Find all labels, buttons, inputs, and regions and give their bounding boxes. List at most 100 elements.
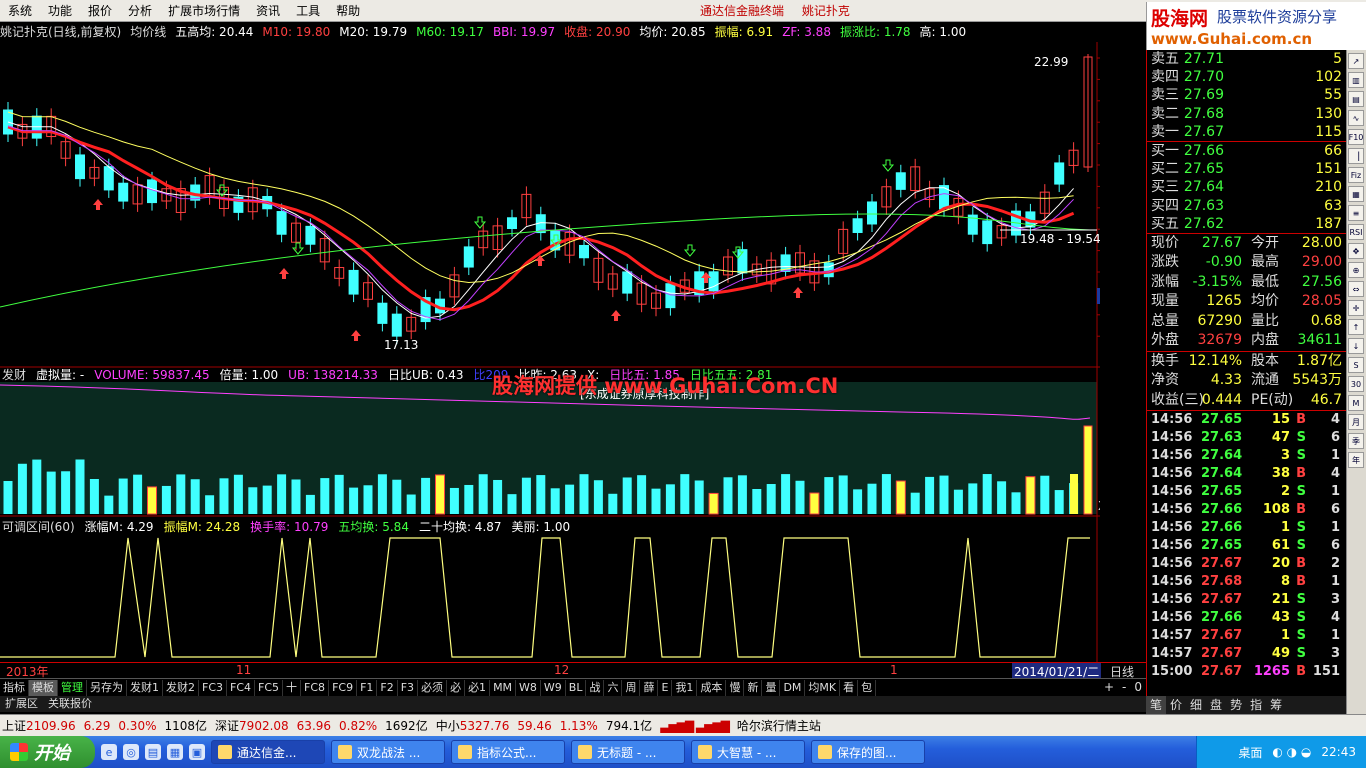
right-tab-3[interactable]: 盘 — [1206, 696, 1226, 714]
ask-row[interactable]: 卖一 27.67 115 — [1147, 123, 1346, 141]
right-tab-6[interactable]: 筹 — [1266, 696, 1286, 714]
tray-desktop-label[interactable]: 桌面 — [1238, 744, 1262, 761]
toolbar-tab-27[interactable]: 我1 — [672, 679, 698, 696]
toolbar-tab-35[interactable]: 包 — [858, 679, 877, 696]
lines-icon[interactable]: ≡ — [1348, 205, 1364, 221]
bid-row[interactable]: 买四 27.63 63 — [1147, 197, 1346, 215]
rsi-icon[interactable]: RSI — [1348, 224, 1364, 240]
menu-quote[interactable]: 报价 — [80, 0, 120, 22]
quicklaunch-folder-icon[interactable]: ▣ — [189, 744, 205, 760]
down-icon[interactable]: ↓ — [1348, 338, 1364, 354]
quicklaunch-desktop-icon[interactable]: ▤ — [145, 744, 161, 760]
toolbar-tab-13[interactable]: F2 — [377, 679, 398, 696]
taskbar-task-1[interactable]: 双龙战法 ... — [331, 740, 445, 764]
right-tab-5[interactable]: 指 — [1246, 696, 1266, 714]
toolbar-tab-5[interactable]: 发财2 — [163, 679, 199, 696]
toolbar-tab-6[interactable]: FC3 — [199, 679, 228, 696]
crosshair-icon[interactable]: ✛ — [1348, 300, 1364, 316]
menu-tools[interactable]: 工具 — [288, 0, 328, 22]
tick-row[interactable]: 14:56 27.64 3 S 1 — [1147, 447, 1346, 465]
tick-row[interactable]: 14:56 27.66 1 S 1 — [1147, 519, 1346, 537]
toolbar-tab-9[interactable]: 十 — [283, 679, 302, 696]
toolbar-tab-11[interactable]: FC9 — [329, 679, 358, 696]
toolbar-tab-32[interactable]: DM — [780, 679, 806, 696]
tab-ext-area[interactable]: 扩展区 — [0, 696, 43, 712]
menu-analysis[interactable]: 分析 — [120, 0, 160, 22]
bid-row[interactable]: 买一 27.66 66 — [1147, 142, 1346, 160]
toolbar-tab-19[interactable]: W8 — [516, 679, 541, 696]
zoom-icon[interactable]: ⊕ — [1348, 262, 1364, 278]
ma-icon[interactable]: ∿ — [1348, 110, 1364, 126]
toolbar-tab-8[interactable]: FC5 — [255, 679, 284, 696]
start-button[interactable]: 开始 — [0, 736, 95, 768]
tick-row[interactable]: 14:57 27.67 49 S 3 — [1147, 645, 1346, 663]
toolbar-tab-18[interactable]: MM — [490, 679, 517, 696]
tab-related-quote[interactable]: 关联报价 — [43, 696, 97, 712]
ask-row[interactable]: 卖二 27.68 130 — [1147, 105, 1346, 123]
toolbar-tab-1[interactable]: 模板 — [29, 679, 58, 696]
chart-area[interactable]: 4%2%0%-2%-4%-6%-8%-10%-12%-14%-16%-18%-2… — [0, 42, 1100, 662]
tick-row[interactable]: 14:56 27.66 108 B 6 — [1147, 501, 1346, 519]
tick-row[interactable]: 14:56 27.68 8 B 1 — [1147, 573, 1346, 591]
chart-icon[interactable]: ▤ — [1348, 91, 1364, 107]
season-icon[interactable]: 季 — [1348, 433, 1364, 449]
arrow-icon[interactable]: ↗ — [1348, 53, 1364, 69]
toolbar-tab-4[interactable]: 发财1 — [127, 679, 163, 696]
bid-row[interactable]: 买三 27.64 210 — [1147, 178, 1346, 196]
tick-row[interactable]: 14:57 27.67 1 S 1 — [1147, 627, 1346, 645]
tick-row[interactable]: 15:00 27.67 1265 B 151 — [1147, 663, 1346, 681]
toolbar-tab-26[interactable]: E — [658, 679, 673, 696]
toolbar-tab-22[interactable]: 战 — [586, 679, 605, 696]
tick-row[interactable]: 14:56 27.65 15 B 4 — [1147, 411, 1346, 429]
menu-system[interactable]: 系统 — [0, 0, 40, 22]
taskbar-task-0[interactable]: 通达信金... — [211, 740, 325, 764]
taskbar-task-3[interactable]: 无标题 - ... — [571, 740, 685, 764]
up-icon[interactable]: ↑ — [1348, 319, 1364, 335]
grid-icon[interactable]: ▦ — [1348, 186, 1364, 202]
taskbar-task-4[interactable]: 大智慧 - ... — [691, 740, 805, 764]
menu-ext-market[interactable]: 扩展市场行情 — [160, 0, 248, 22]
30-icon[interactable]: 30 — [1348, 376, 1364, 392]
tick-row[interactable]: 14:56 27.67 20 B 2 — [1147, 555, 1346, 573]
toolbar-tab-23[interactable]: 六 — [604, 679, 623, 696]
quicklaunch-doc-icon[interactable]: ▦ — [167, 744, 183, 760]
ask-row[interactable]: 卖三 27.69 55 — [1147, 86, 1346, 104]
toolbar-tab-29[interactable]: 慢 — [726, 679, 745, 696]
right-tab-4[interactable]: 势 — [1226, 696, 1246, 714]
zoom-in-button[interactable]: + — [1104, 678, 1114, 696]
toolbar-tab-24[interactable]: 周 — [622, 679, 641, 696]
toolbar-tab-21[interactable]: BL — [566, 679, 587, 696]
toolbar-tab-3[interactable]: 另存为 — [87, 679, 127, 696]
toolbar-tab-7[interactable]: FC4 — [227, 679, 256, 696]
taskbar-task-5[interactable]: 保存的图... — [811, 740, 925, 764]
ask-row[interactable]: 卖五 27.71 5 — [1147, 50, 1346, 68]
right-tab-2[interactable]: 细 — [1186, 696, 1206, 714]
toolbar-tab-31[interactable]: 量 — [762, 679, 781, 696]
toolbar-tab-16[interactable]: 必 — [447, 679, 466, 696]
menu-help[interactable]: 帮助 — [328, 0, 368, 22]
toolbar-tab-10[interactable]: FC8 — [301, 679, 330, 696]
toolbar-tab-20[interactable]: W9 — [541, 679, 566, 696]
quicklaunch-ie-icon[interactable]: e — [101, 744, 117, 760]
menu-news[interactable]: 资讯 — [248, 0, 288, 22]
tick-row[interactable]: 14:56 27.66 43 S 4 — [1147, 609, 1346, 627]
bid-row[interactable]: 买五 27.62 187 — [1147, 215, 1346, 233]
f10-icon[interactable]: F10 — [1348, 129, 1364, 145]
zoom-reset-button[interactable]: 0 — [1134, 678, 1142, 696]
toolbar-tab-33[interactable]: 均MK — [805, 679, 841, 696]
toolbar-tab-17[interactable]: 必1 — [465, 679, 491, 696]
toolbar-tab-15[interactable]: 必须 — [418, 679, 448, 696]
menu-function[interactable]: 功能 — [40, 0, 80, 22]
m-icon[interactable]: M — [1348, 395, 1364, 411]
tick-row[interactable]: 14:56 27.65 2 S 1 — [1147, 483, 1346, 501]
toolbar-tab-25[interactable]: 薛 — [640, 679, 659, 696]
bid-row[interactable]: 买二 27.65 151 — [1147, 160, 1346, 178]
toolbar-tab-14[interactable]: F3 — [398, 679, 419, 696]
toolbar-tab-2[interactable]: 管理 — [58, 679, 87, 696]
move-icon[interactable]: ⇔ — [1348, 281, 1364, 297]
tick-row[interactable]: 14:56 27.65 61 S 6 — [1147, 537, 1346, 555]
right-tab-1[interactable]: 价 — [1166, 696, 1186, 714]
clock[interactable]: 22:43 — [1321, 745, 1356, 759]
server-name[interactable]: 哈尔滨行情主站 — [737, 717, 821, 734]
ask-row[interactable]: 卖四 27.70 102 — [1147, 68, 1346, 86]
